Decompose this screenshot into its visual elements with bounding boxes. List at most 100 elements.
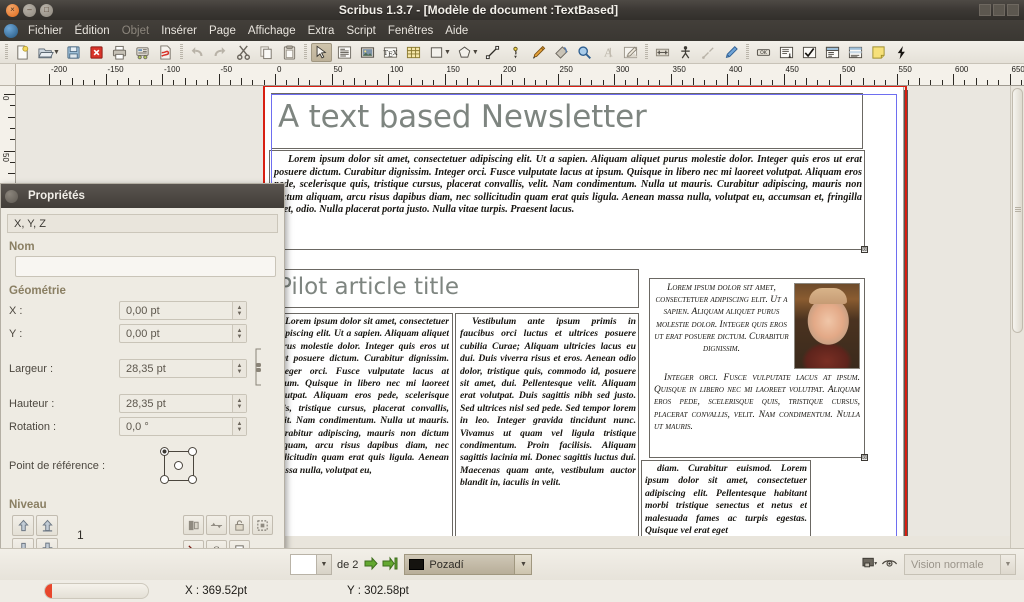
frame-overflow-handle[interactable]: ⊠ xyxy=(861,246,868,253)
menu-script[interactable]: Script xyxy=(340,23,381,39)
unlink-text-frames-icon[interactable] xyxy=(698,43,719,62)
last-page-arrow-icon[interactable] xyxy=(382,555,398,574)
menu-fenetres[interactable]: Fenêtres xyxy=(382,23,439,39)
close-window-button[interactable]: × xyxy=(6,3,19,17)
raise-one-level-icon[interactable] xyxy=(36,515,58,536)
sidebar-overflow-handle[interactable]: ⊠ xyxy=(861,454,868,461)
paste-icon[interactable] xyxy=(279,43,300,62)
vision-mode-select[interactable]: Vision normale ▼ xyxy=(904,554,1016,575)
width-input[interactable]: 28,35 pt ▲ ▼ xyxy=(119,359,247,378)
reference-point-widget[interactable] xyxy=(156,445,202,487)
close-document-icon[interactable] xyxy=(86,43,107,62)
column-one-frame[interactable]: Lorem ipsum dolor sit amet, consectetuer… xyxy=(269,313,453,548)
menu-extra[interactable]: Extra xyxy=(302,23,341,39)
vertical-scrollbar[interactable] xyxy=(1010,86,1024,548)
menu-edition[interactable]: Édition xyxy=(69,23,116,39)
new-document-icon[interactable] xyxy=(12,43,33,62)
lock-size-icon[interactable] xyxy=(252,515,273,535)
portrait-photo[interactable] xyxy=(794,283,860,369)
x-input[interactable]: 0,00 pt ▲ ▼ xyxy=(119,301,247,320)
flip-vertical-icon[interactable] xyxy=(206,515,227,535)
menu-inserer[interactable]: Insérer xyxy=(155,23,203,39)
pdf-push-button-icon[interactable]: OK xyxy=(753,43,774,62)
layer-select-arrow-icon[interactable]: ▼ xyxy=(514,555,532,574)
redo-icon[interactable] xyxy=(210,43,231,62)
document-page[interactable]: A text based Newsletter Lorem ipsum dolo… xyxy=(264,86,904,548)
zoom-tool-icon[interactable] xyxy=(574,43,595,62)
bottom-text-frame[interactable]: diam. Curabitur euismod. Lorem ipsum dol… xyxy=(641,460,811,548)
edit-image-icon[interactable] xyxy=(620,43,641,62)
item-name-input[interactable] xyxy=(15,256,276,277)
mdi-close-button[interactable] xyxy=(1007,4,1019,16)
render-frame-icon[interactable]: TEX xyxy=(380,43,401,62)
cut-icon[interactable] xyxy=(233,43,254,62)
page-number-input[interactable]: ▼ xyxy=(290,554,332,575)
pdf-checkbox-icon[interactable] xyxy=(799,43,820,62)
bezier-tool-icon[interactable] xyxy=(505,43,526,62)
copy-icon[interactable] xyxy=(256,43,277,62)
lock-item-icon[interactable] xyxy=(229,515,250,535)
y-input[interactable]: 0,00 pt ▲ ▼ xyxy=(119,324,247,343)
edit-text-icon[interactable]: A xyxy=(597,43,618,62)
shape-tool-dropdown-icon[interactable]: ▼ xyxy=(444,49,451,56)
mdi-restore-button[interactable] xyxy=(993,4,1005,16)
properties-close-button[interactable] xyxy=(5,189,18,203)
horizontal-ruler[interactable]: -200 -150 -100 -50 0 50 100 150 200 250 300 350 400 4… xyxy=(16,64,1024,86)
height-stepper[interactable]: ▲ ▼ xyxy=(232,395,246,412)
refpoint-bottom-right[interactable] xyxy=(188,475,197,484)
flip-horizontal-icon[interactable] xyxy=(183,515,204,535)
vertical-scrollbar-thumb[interactable] xyxy=(1012,88,1023,333)
link-text-frames-icon[interactable] xyxy=(675,43,696,62)
copy-item-properties-icon[interactable] xyxy=(652,43,673,62)
minimize-window-button[interactable]: – xyxy=(23,3,36,17)
eye-icon[interactable] xyxy=(881,556,898,574)
menu-page[interactable]: Page xyxy=(203,23,242,39)
menu-affichage[interactable]: Affichage xyxy=(242,23,302,39)
sidebar-box-frame[interactable]: Lorem ipsum dolor sit amet, consectetuer… xyxy=(649,278,868,461)
rotate-item-icon[interactable] xyxy=(551,43,572,62)
open-document-dropdown-icon[interactable]: ▼ xyxy=(53,49,60,56)
height-input[interactable]: 28,35 pt ▲ ▼ xyxy=(119,394,247,413)
preview-mode-icon[interactable] xyxy=(862,556,879,574)
select-tool-icon[interactable] xyxy=(310,42,332,62)
rotation-stepper[interactable]: ▲ ▼ xyxy=(232,418,246,435)
x-stepper[interactable]: ▲ ▼ xyxy=(232,302,246,319)
print-preview-icon[interactable] xyxy=(132,43,153,62)
menu-fichier[interactable]: Fichier xyxy=(22,23,69,39)
raise-to-top-icon[interactable] xyxy=(12,515,34,536)
tab-xyz[interactable]: X, Y, Z xyxy=(7,214,278,233)
maximize-window-button[interactable]: □ xyxy=(40,3,53,17)
refpoint-top-left[interactable] xyxy=(160,447,169,456)
mdi-minimize-button[interactable] xyxy=(979,4,991,16)
intro-text-frame[interactable]: Lorem ipsum dolor sit amet, consectetuer… xyxy=(269,150,868,253)
pdf-combo-box-icon[interactable] xyxy=(822,43,843,62)
y-stepper[interactable]: ▲ ▼ xyxy=(232,325,246,342)
layer-select[interactable]: Pozadí ▼ xyxy=(404,554,533,575)
measurements-icon[interactable] xyxy=(721,43,742,62)
pdf-annotation-icon[interactable] xyxy=(868,43,889,62)
image-frame-icon[interactable] xyxy=(357,43,378,62)
pdf-link-annotation-icon[interactable] xyxy=(891,43,912,62)
column-two-frame[interactable]: Vestibulum ante ipsum primis in faucibus… xyxy=(455,313,639,548)
rotation-input[interactable]: 0,0 ° ▲ ▼ xyxy=(119,417,247,436)
width-stepper[interactable]: ▲ ▼ xyxy=(232,360,246,377)
undo-icon[interactable] xyxy=(187,43,208,62)
polygon-tool-dropdown-icon[interactable]: ▼ xyxy=(472,49,479,56)
menu-aide[interactable]: Aide xyxy=(439,23,474,39)
save-document-icon[interactable] xyxy=(63,43,84,62)
next-page-arrow-icon[interactable] xyxy=(363,556,379,574)
refpoint-top-right[interactable] xyxy=(188,447,197,456)
export-pdf-icon[interactable] xyxy=(155,43,176,62)
pdf-list-box-icon[interactable] xyxy=(845,43,866,62)
article-title-frame[interactable]: Pilot article title xyxy=(271,269,639,308)
chain-link-icon[interactable] xyxy=(252,347,264,390)
headline-frame[interactable]: A text based Newsletter xyxy=(271,93,863,149)
text-frame-icon[interactable] xyxy=(334,43,355,62)
refpoint-bottom-left[interactable] xyxy=(160,475,169,484)
ruler-origin-corner[interactable] xyxy=(0,64,16,86)
table-frame-icon[interactable] xyxy=(403,43,424,62)
line-tool-icon[interactable] xyxy=(482,43,503,62)
freehand-tool-icon[interactable] xyxy=(528,43,549,62)
print-icon[interactable] xyxy=(109,43,130,62)
unit-progress-widget[interactable] xyxy=(44,583,149,599)
